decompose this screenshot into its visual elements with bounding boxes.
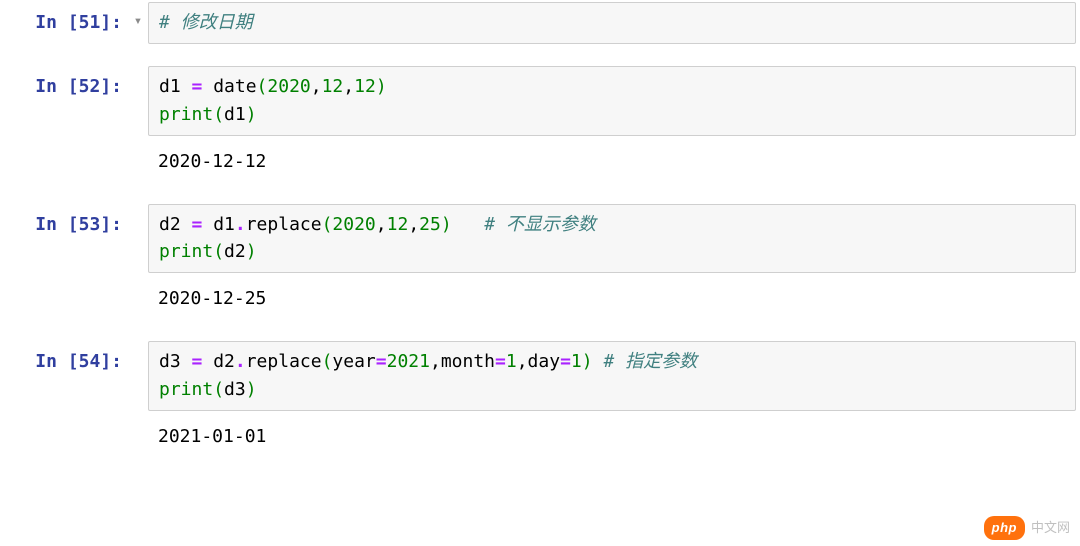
code-token: d2 [202, 351, 235, 372]
code-token: d2 [224, 241, 246, 262]
code-token: # 修改日期 [159, 12, 253, 33]
output-cell: 2021-01-01 [0, 411, 1080, 457]
code-token: ( [257, 76, 268, 97]
stdout-text: 2021-01-01 [148, 411, 1076, 457]
code-token: = [495, 351, 506, 372]
code-token: = [192, 76, 203, 97]
code-cell: In [51]: ▾ # 修改日期 [0, 2, 1080, 44]
code-token: replace [246, 351, 322, 372]
code-token: 2020 [267, 76, 310, 97]
code-token: ( [322, 351, 333, 372]
code-input-area[interactable]: d1 = date(2020,12,12) print(d1) [148, 66, 1076, 136]
code-token: 25 [419, 214, 441, 235]
watermark: php 中文网 [984, 516, 1070, 540]
code-token [452, 214, 485, 235]
code-token: d3 [159, 351, 192, 372]
code-box[interactable]: d2 = d1.replace(2020,12,25) # 不显示参数 prin… [148, 204, 1076, 274]
code-token: ) [582, 351, 593, 372]
code-token: , [376, 214, 387, 235]
output-area: 2021-01-01 [148, 411, 1076, 457]
code-token: print [159, 241, 213, 262]
code-token: = [192, 214, 203, 235]
code-token: month [441, 351, 495, 372]
code-token [593, 351, 604, 372]
output-prompt [0, 136, 128, 182]
code-input-area[interactable]: # 修改日期 [148, 2, 1076, 44]
code-token: , [517, 351, 528, 372]
code-token: 12 [387, 214, 409, 235]
code-token: 12 [322, 76, 344, 97]
run-cell-indicator [128, 66, 148, 136]
output-prompt [0, 411, 128, 457]
notebook: In [51]: ▾ # 修改日期 In [52]: d1 = date(202… [0, 0, 1080, 465]
output-area: 2020-12-12 [148, 136, 1076, 182]
code-token: , [311, 76, 322, 97]
code-token: 1 [506, 351, 517, 372]
input-prompt: In [52]: [0, 66, 128, 136]
code-token: d1 [159, 76, 192, 97]
code-token: # 不显示参数 [484, 214, 596, 235]
code-token: d1 [224, 104, 246, 125]
code-token: , [408, 214, 419, 235]
code-token: = [376, 351, 387, 372]
output-cell: 2020-12-25 [0, 273, 1080, 319]
code-box[interactable]: # 修改日期 [148, 2, 1076, 44]
run-cell-indicator [128, 341, 148, 411]
code-token: . [235, 351, 246, 372]
code-token: d2 [159, 214, 192, 235]
code-token: date [202, 76, 256, 97]
code-token: day [528, 351, 561, 372]
code-token: replace [246, 214, 322, 235]
code-token: ) [376, 76, 387, 97]
run-cell-indicator[interactable]: ▾ [128, 2, 148, 44]
cell-gap [0, 182, 1080, 204]
code-token: print [159, 104, 213, 125]
output-cell: 2020-12-12 [0, 136, 1080, 182]
code-token: print [159, 379, 213, 400]
output-prompt [0, 273, 128, 319]
run-cell-indicator [128, 204, 148, 274]
cell-gap [0, 44, 1080, 66]
input-prompt: In [53]: [0, 204, 128, 274]
code-box[interactable]: d3 = d2.replace(year=2021,month=1,day=1)… [148, 341, 1076, 411]
output-area: 2020-12-25 [148, 273, 1076, 319]
code-token: ( [213, 379, 224, 400]
cell-gap [0, 319, 1080, 341]
code-token: ( [322, 214, 333, 235]
code-token: year [332, 351, 375, 372]
code-token: . [235, 214, 246, 235]
code-token: ) [246, 379, 257, 400]
code-token: ) [441, 214, 452, 235]
code-cell: In [53]: d2 = d1.replace(2020,12,25) # 不… [0, 204, 1080, 274]
code-token: # 指定参数 [603, 351, 697, 372]
code-token: ) [246, 104, 257, 125]
code-token: 2020 [332, 214, 375, 235]
code-input-area[interactable]: d3 = d2.replace(year=2021,month=1,day=1)… [148, 341, 1076, 411]
code-token: d1 [202, 214, 235, 235]
watermark-text: 中文网 [1031, 518, 1070, 538]
code-token: 1 [571, 351, 582, 372]
stdout-text: 2020-12-25 [148, 273, 1076, 319]
code-token: , [343, 76, 354, 97]
code-cell: In [52]: d1 = date(2020,12,12) print(d1) [0, 66, 1080, 136]
code-token: ( [213, 241, 224, 262]
code-token: ( [213, 104, 224, 125]
input-prompt: In [51]: [0, 2, 128, 44]
code-box[interactable]: d1 = date(2020,12,12) print(d1) [148, 66, 1076, 136]
code-cell: In [54]: d3 = d2.replace(year=2021,month… [0, 341, 1080, 411]
input-prompt: In [54]: [0, 341, 128, 411]
code-token: 12 [354, 76, 376, 97]
code-token: , [430, 351, 441, 372]
code-token: d3 [224, 379, 246, 400]
watermark-badge: php [984, 516, 1025, 540]
code-input-area[interactable]: d2 = d1.replace(2020,12,25) # 不显示参数 prin… [148, 204, 1076, 274]
code-token: = [560, 351, 571, 372]
code-token: 2021 [387, 351, 430, 372]
stdout-text: 2020-12-12 [148, 136, 1076, 182]
code-token: ) [246, 241, 257, 262]
code-token: = [192, 351, 203, 372]
